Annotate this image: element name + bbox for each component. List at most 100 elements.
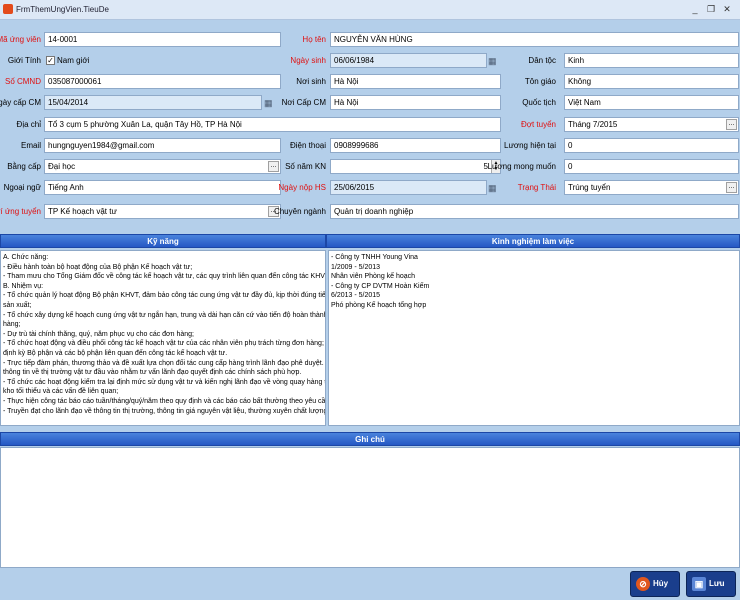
quoc-tich-label: Quốc tịch [522, 98, 556, 107]
minimize-button[interactable]: _ [688, 3, 702, 15]
ky-nang-textarea[interactable]: A. Chức năng: - Điều hành toàn bộ hoạt độ… [0, 250, 326, 426]
dia-chi-input[interactable]: Tổ 3 cụm 5 phường Xuân La, quận Tây Hồ, … [44, 117, 501, 132]
trang-thai-label: Trạng Thái [517, 183, 556, 192]
ngay-cap-cm-label: Ngày cấp CM [0, 98, 41, 107]
ngay-nop-hs-calendar-icon[interactable]: ▦ [488, 182, 499, 194]
save-icon: ▣ [692, 577, 706, 591]
ngoai-ngu-input[interactable]: Tiếng Anh [44, 180, 281, 195]
ngay-nop-hs-label: Ngày nộp HS [278, 183, 326, 192]
luu-button-label: Lưu [709, 579, 725, 588]
ngay-nop-hs-input[interactable]: 25/06/2015 [330, 180, 487, 195]
kinh-nghiem-line: - Công ty TNHH Young Vina [331, 254, 418, 261]
ky-nang-line: thông tin về thị trường vật tư đầu vào n… [3, 369, 302, 377]
ma-ung-vien-label: Mã ứng viên [0, 35, 41, 44]
so-nam-kn-label: Số năm KN [285, 162, 326, 171]
kinh-nghiem-textarea[interactable]: - Công ty TNHH Young Vina 1/2009 - 5/2013… [328, 250, 740, 426]
maximize-button[interactable]: ❐ [704, 3, 718, 15]
gioi-tinh-label: Giới Tính [7, 56, 41, 65]
ky-nang-line: hàng; [3, 321, 21, 329]
so-nam-kn-input[interactable]: 5 ▲ ▼ [330, 159, 501, 174]
dan-toc-label: Dân tộc [528, 56, 556, 65]
kinh-nghiem-line: 1/2009 - 5/2013 [331, 263, 381, 271]
kinh-nghiem-line: - Công ty CP DVTM Hoàn Kiếm [331, 282, 430, 290]
dien-thoai-input[interactable]: 0908999686 [330, 138, 501, 153]
kinh-nghiem-line: Nhân viên Phòng kế hoạch [331, 273, 416, 281]
ky-nang-line: - Điều hành toàn bộ hoạt động của Bộ phậ… [3, 263, 193, 271]
luong-hien-tai-label: Lương hiện tại [504, 141, 556, 150]
bang-cap-lookup-button[interactable]: ... [268, 161, 279, 172]
trang-thai-input[interactable]: Trúng tuyển ... [564, 180, 739, 195]
bang-cap-value: Đại học [48, 162, 76, 171]
email-input[interactable]: hungnguyen1984@gmail.com [44, 138, 281, 153]
ton-giao-input[interactable]: Không [564, 74, 739, 89]
luu-button[interactable]: ▣ Lưu [686, 571, 736, 597]
ton-giao-label: Tôn giáo [524, 77, 556, 86]
kinh-nghiem-line: 6/2013 - 5/2015 [331, 292, 381, 300]
ho-ten-label: Họ tên [302, 35, 326, 44]
ngay-cap-cm-input[interactable]: 15/04/2014 [44, 95, 262, 110]
email-label: Email [20, 141, 41, 150]
huy-button[interactable]: ⊘ Hủy [630, 571, 680, 597]
cancel-icon: ⊘ [636, 577, 650, 591]
vi-tri-ung-tuyen-input[interactable]: TP Kế hoạch vật tư ... [44, 204, 281, 219]
dia-chi-label: Địa chỉ [16, 120, 41, 129]
so-cmnd-label: Số CMND [4, 77, 41, 86]
bang-cap-input[interactable]: Đại học ... [44, 159, 281, 174]
bang-cap-label: Bằng cấp [7, 162, 41, 171]
app-icon [3, 4, 13, 14]
kinh-nghiem-header: Kinh nghiệm làm việc [326, 234, 740, 248]
dot-tuyen-lookup-button[interactable]: ... [726, 119, 737, 130]
vi-tri-ung-tuyen-label: Vị trí ứng tuyển [0, 207, 41, 216]
trang-thai-lookup-button[interactable]: ... [726, 182, 737, 193]
luong-mong-muon-input[interactable]: 0 [564, 159, 739, 174]
window-title: FrmThemUngVien.TieuDe [16, 5, 109, 14]
ngay-sinh-calendar-icon[interactable]: ▦ [488, 55, 499, 67]
ky-nang-line: - Tổ chức hoạt động và điều phối công tá… [3, 340, 325, 348]
noi-sinh-label: Nơi sinh [296, 77, 326, 86]
dien-thoai-label: Điện thoại [289, 141, 326, 150]
ky-nang-header: Kỹ năng [0, 234, 326, 248]
quoc-tich-input[interactable]: Việt Nam [564, 95, 739, 110]
ky-nang-line: B. Nhiệm vụ: [3, 282, 44, 290]
ky-nang-line: - Tổ chức quản lý hoạt động Bộ phận KHVT… [3, 292, 326, 300]
ma-ung-vien-input[interactable]: 14-0001 [44, 32, 281, 47]
dot-tuyen-label: Đợt tuyển [520, 120, 556, 129]
huy-button-label: Hủy [653, 579, 669, 588]
ghi-chu-header: Ghi chú [0, 432, 740, 446]
ky-nang-line: kho tối thiểu và các vấn đề liên quan; [3, 388, 119, 396]
noi-sinh-input[interactable]: Hà Nội [330, 74, 501, 89]
ky-nang-line: định kỳ Bộ phận và các bộ phận liên quan… [3, 349, 228, 357]
ngoai-ngu-label: Ngoại ngữ [3, 183, 41, 192]
ky-nang-line: - Thực hiện công tác báo cáo tuần/tháng/… [3, 397, 326, 405]
vi-tri-ung-tuyen-value: TP Kế hoạch vật tư [48, 207, 117, 216]
dan-toc-input[interactable]: Kinh [564, 53, 739, 68]
close-button[interactable]: ✕ [720, 3, 734, 15]
kinh-nghiem-line: Phó phòng Kế hoạch tổng hợp [331, 301, 427, 309]
chuyen-nganh-input[interactable]: Quản trị doanh nghiệp [330, 204, 739, 219]
nam-gioi-label: Nam giới [57, 56, 90, 65]
ngay-cap-cm-calendar-icon[interactable]: ▦ [264, 97, 275, 109]
dot-tuyen-value: Tháng 7/2015 [568, 120, 618, 129]
noi-cap-cm-label: Nơi Cấp CM [281, 98, 326, 107]
ky-nang-line: - Tham mưu cho Tổng Giám đốc về công tác… [3, 273, 326, 281]
ho-ten-input[interactable]: NGUYỄN VĂN HÙNG [330, 32, 739, 47]
luong-mong-muon-label: Lương mong muốn [487, 162, 556, 171]
noi-cap-cm-input[interactable]: Hà Nội [330, 95, 501, 110]
ky-nang-line: - Tổ chức các hoạt động kiểm tra lại địn… [3, 378, 325, 386]
luong-hien-tai-input[interactable]: 0 [564, 138, 739, 153]
chuyen-nganh-label: Chuyên ngành [273, 207, 326, 216]
nam-gioi-checkbox[interactable]: ✓ [46, 56, 55, 65]
ky-nang-line: - Trực tiếp đàm phán, thương thảo và đề … [3, 359, 325, 367]
dot-tuyen-input[interactable]: Tháng 7/2015 ... [564, 117, 739, 132]
ngay-sinh-input[interactable]: 06/06/1984 [330, 53, 487, 68]
ky-nang-line: - Tổ chức xây dựng kế hoạch cung ứng vật… [3, 311, 326, 319]
trang-thai-value: Trúng tuyển [568, 183, 611, 192]
ky-nang-line: - Dự trù tài chính thăng, quý, năm phục … [3, 330, 194, 338]
so-cmnd-input[interactable]: 035087000061 [44, 74, 281, 89]
ghi-chu-textarea[interactable] [0, 447, 740, 568]
ngay-sinh-label: Ngày sinh [290, 56, 326, 65]
title-bar: FrmThemUngVien.TieuDe _ ❐ ✕ [0, 0, 740, 20]
ky-nang-line: - Truyền đạt cho lãnh đạo về thông tin t… [3, 407, 326, 415]
ky-nang-line: sản xuất; [3, 301, 32, 309]
ky-nang-line: A. Chức năng: [3, 254, 49, 261]
